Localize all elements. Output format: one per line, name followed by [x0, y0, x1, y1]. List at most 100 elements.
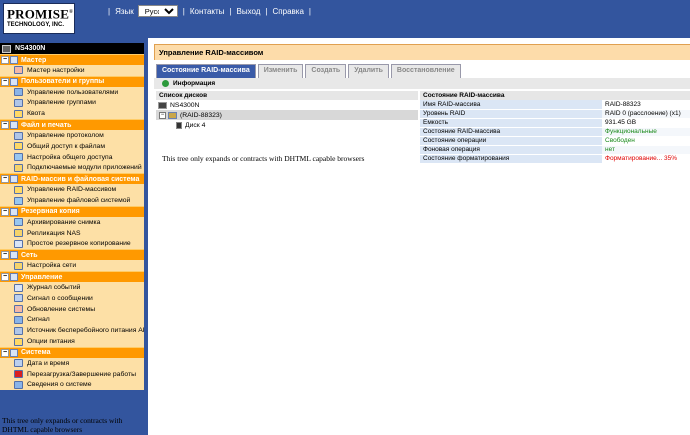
nav-root[interactable]: NS4300N [0, 43, 144, 54]
nav-item-icon [14, 109, 23, 118]
page-title: Управление RAID-массивом [154, 44, 690, 60]
nav-item[interactable]: Подключаемые модули приложений [0, 162, 144, 174]
collapse-icon[interactable]: − [1, 56, 9, 64]
top-header: PROMISE® TECHNOLOGY, INC. | Язык Русский… [0, 0, 690, 38]
collapse-icon[interactable]: − [1, 175, 9, 184]
collapse-icon[interactable]: − [1, 121, 9, 130]
nav-category[interactable]: − Сеть [0, 249, 144, 261]
category-icon [10, 175, 18, 184]
language-select[interactable]: Русский [137, 5, 178, 17]
tab-create[interactable]: Создать [305, 64, 347, 78]
nav-item[interactable]: Настройка общего доступа [0, 151, 144, 163]
status-key: Уровень RAID [420, 109, 602, 119]
nav-item[interactable]: Сигнал [0, 314, 144, 326]
nav-item[interactable]: Мастер настройки [0, 65, 144, 76]
raid-icon [168, 111, 177, 119]
nav-item[interactable]: Простое резервное копирование [0, 238, 144, 250]
category-icon [10, 77, 18, 86]
nav-item-label: Управление RAID-массивом [27, 186, 117, 194]
status-value: RAID 0 (расслоение) (x1) [602, 109, 690, 119]
nav-item-icon [14, 218, 23, 227]
nav-category[interactable]: − Резервная копия [0, 205, 144, 217]
nav-item[interactable]: Обновление системы [0, 303, 144, 315]
collapse-icon[interactable]: − [1, 77, 9, 86]
nav-item-label: Настройка сети [27, 262, 77, 270]
nav-item[interactable]: Перезагрузка/Завершение работы [0, 368, 144, 380]
main-content: Управление RAID-массивом Состояние RAID-… [150, 38, 690, 435]
nav-category[interactable]: − Файл и печать [0, 119, 144, 131]
tab-restore[interactable]: Восстановление [390, 64, 461, 78]
disk-tree-note: This tree only expands or contracts with… [162, 154, 365, 163]
nav-item-icon [14, 131, 23, 140]
info-label[interactable]: Информация [173, 80, 215, 87]
collapse-icon[interactable]: − [159, 111, 166, 119]
nav-item[interactable]: Управление пользователями [0, 86, 144, 98]
nav-category[interactable]: − Система [0, 346, 144, 358]
tab-delete[interactable]: Удалить [348, 64, 389, 78]
nav-item[interactable]: Сведения о системе [0, 379, 144, 391]
status-row: Состояние RAID-массива Функциональные [420, 127, 690, 137]
nav-item[interactable]: Управление группами [0, 97, 144, 109]
nav-item[interactable]: Управление протоколом [0, 130, 144, 141]
nav-tree: NS4300N − Мастер Мастер настройки − Пользова… [0, 43, 144, 391]
collapse-icon[interactable]: − [1, 207, 9, 216]
help-link[interactable]: Справка [273, 7, 304, 16]
nav-item[interactable]: Квота [0, 108, 144, 120]
status-value: нет [602, 145, 690, 155]
category-icon [10, 121, 18, 130]
nav-item-icon [14, 66, 23, 75]
tab-raid-status[interactable]: Состояние RAID-массива [156, 64, 256, 78]
nav-item-icon [14, 196, 23, 205]
nav-item-label: Настройка общего доступа [27, 153, 113, 161]
status-key: Состояние форматирования [420, 154, 602, 164]
nav-item-icon [14, 239, 23, 248]
nav-item[interactable]: Управление файловой системой [0, 195, 144, 206]
tab-modify[interactable]: Изменить [257, 64, 304, 78]
nav-item[interactable]: Дата и время [0, 357, 144, 369]
nav-item[interactable]: Настройка сети [0, 260, 144, 272]
nav-item-label: Подключаемые модули приложений [27, 164, 142, 172]
disk-tree-raid[interactable]: − (RAID-88323) [156, 110, 418, 120]
nav-category[interactable]: − Управление [0, 271, 144, 283]
status-key: Имя RAID-массива [420, 100, 602, 110]
nav-item[interactable]: Журнал событий [0, 282, 144, 293]
nav-category[interactable]: − Пользователи и группы [0, 75, 144, 87]
nav-category-label: RAID-массив и файловая система [21, 175, 140, 183]
left-nav-panel: NS4300N − Мастер Мастер настройки − Пользова… [0, 38, 148, 435]
nav-item[interactable]: Архивирование снимка [0, 216, 144, 228]
disk-tree-disk[interactable]: Диск 4 [156, 120, 418, 130]
nav-item-label: Общий доступ к файлам [27, 142, 106, 150]
disk-tree-root[interactable]: NS4300N [156, 100, 418, 110]
nav-item-icon [14, 229, 23, 238]
logout-link[interactable]: Выход [237, 7, 261, 16]
collapse-icon[interactable]: − [1, 273, 9, 282]
nav-category[interactable]: − RAID-массив и файловая система [0, 173, 144, 185]
nav-item-icon [14, 294, 23, 303]
nav-category-label: Мастер [21, 56, 47, 64]
nav-item[interactable]: Сигнал о сообщении [0, 292, 144, 304]
nav-item-label: Сведения о системе [27, 381, 92, 389]
nav-item[interactable]: Репликация NAS [0, 227, 144, 239]
server-icon [158, 101, 167, 109]
nav-item[interactable]: Общий доступ к файлам [0, 140, 144, 152]
status-row: Уровень RAID RAID 0 (расслоение) (x1) [420, 109, 690, 119]
category-icon [10, 348, 18, 357]
collapse-icon[interactable]: − [1, 348, 9, 357]
nav-item-label: Обновление системы [27, 305, 96, 313]
nav-category[interactable]: − Мастер [0, 54, 144, 65]
nav-item-label: Источник бесперебойного питания APC [27, 327, 144, 335]
nav-item-label: Квота [27, 110, 45, 118]
status-value: 931.45 GB [602, 118, 690, 128]
contacts-link[interactable]: Контакты [190, 7, 225, 16]
nav-item[interactable]: Опции питания [0, 336, 144, 347]
nav-item-icon [14, 163, 23, 172]
category-icon [10, 251, 18, 260]
nav-item[interactable]: Управление RAID-массивом [0, 184, 144, 196]
nav-item[interactable]: Источник бесперебойного питания APC [0, 325, 144, 337]
info-icon [162, 80, 169, 87]
nav-category-label: Управление [21, 273, 63, 281]
nav-item-label: Сигнал о сообщении [27, 294, 93, 302]
nav-item-icon [14, 261, 23, 270]
collapse-icon[interactable]: − [1, 251, 9, 260]
language-label: Язык [115, 6, 134, 16]
